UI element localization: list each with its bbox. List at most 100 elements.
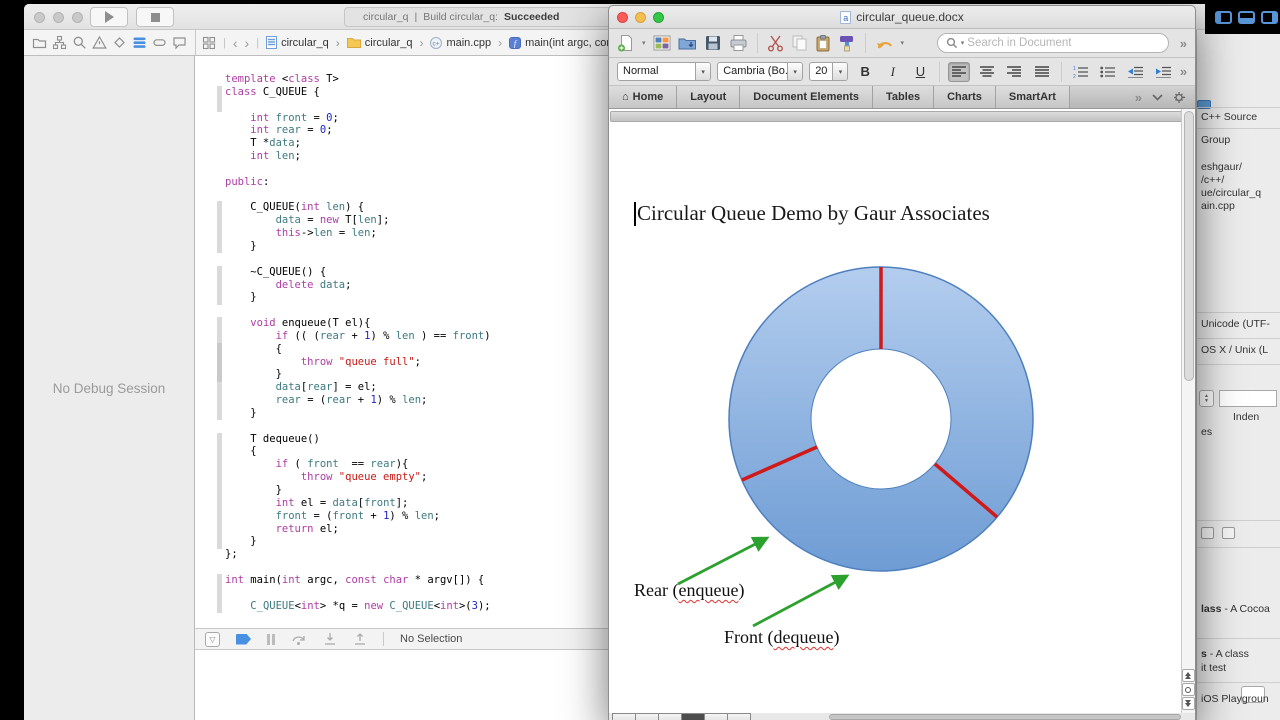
stop-button[interactable]	[136, 7, 174, 27]
tab-tables[interactable]: Tables	[873, 86, 935, 108]
front-label[interactable]: Front (dequeue)	[724, 627, 839, 648]
related-items-icon[interactable]	[202, 36, 216, 50]
indent-width-field[interactable]	[1219, 390, 1277, 407]
underline-button[interactable]: U	[910, 62, 932, 82]
tab-document-elements[interactable]: Document Elements	[740, 86, 874, 108]
font-size-dropdown[interactable]: 20 ▾	[809, 62, 849, 81]
print-icon[interactable]	[729, 34, 748, 52]
tab-smartart[interactable]: SmartArt	[995, 86, 1070, 108]
italic-button[interactable]: I	[882, 62, 904, 82]
toggle-utilities-button[interactable]	[1261, 10, 1278, 24]
library-item[interactable]: iOS Playgroun	[1197, 693, 1269, 705]
increase-indent-button[interactable]	[1152, 62, 1174, 82]
view-button[interactable]	[704, 713, 728, 720]
step-out-icon[interactable]	[353, 632, 367, 646]
toggle-debug-area-button[interactable]	[1238, 10, 1255, 24]
open-icon[interactable]	[678, 34, 697, 52]
ribbon-overflow-chevron[interactable]: »	[1135, 90, 1142, 105]
format-painter-icon[interactable]	[838, 34, 856, 52]
project-navigator-icon[interactable]	[32, 35, 47, 50]
search-input[interactable]	[967, 37, 1160, 49]
select-browse-object-button[interactable]	[1181, 683, 1195, 696]
save-icon[interactable]	[704, 34, 722, 52]
view-button-selected[interactable]	[681, 713, 705, 720]
breadcrumb-function[interactable]: f main(int argc, con	[509, 36, 613, 49]
library-item[interactable]: lass - A Cocoa	[1197, 603, 1280, 615]
document-heading[interactable]: Circular Queue Demo by Gaur Associates	[637, 201, 990, 226]
word-titlebar[interactable]: a circular_queue.docx	[609, 6, 1195, 29]
document-canvas[interactable]: Circular Queue Demo by Gaur Associates R…	[609, 109, 1195, 713]
snippet-library-icon[interactable]	[1222, 527, 1235, 539]
indent-stepper[interactable]: ▲ ▼	[1199, 390, 1214, 407]
breadcrumb-file[interactable]: c+ main.cpp	[430, 36, 491, 49]
file-type-value[interactable]: C++ Source	[1197, 111, 1280, 123]
view-button[interactable]	[658, 713, 682, 720]
align-center-button[interactable]	[976, 62, 998, 82]
style-dropdown[interactable]: Normal ▾	[617, 62, 712, 81]
minimize-button[interactable]	[53, 12, 64, 23]
vertical-scrollbar[interactable]	[1181, 109, 1195, 713]
hide-debug-area-button[interactable]: ▽	[205, 631, 220, 647]
gear-icon[interactable]	[1173, 91, 1187, 104]
view-button[interactable]	[727, 713, 751, 720]
breakpoints-toggle-icon[interactable]	[236, 633, 251, 645]
formatbar-overflow-chevron[interactable]: »	[1180, 64, 1187, 79]
tab-home[interactable]: ⌂ Home	[609, 86, 678, 108]
toggle-navigator-button[interactable]	[1215, 10, 1232, 24]
breadcrumb-project[interactable]: circular_q	[266, 36, 329, 49]
report-navigator-icon[interactable]	[172, 35, 187, 50]
zoom-button[interactable]	[72, 12, 83, 23]
issue-navigator-icon[interactable]	[92, 35, 107, 50]
bold-button[interactable]: B	[854, 62, 876, 82]
toolbar-overflow-chevron[interactable]: »	[1180, 36, 1187, 51]
line-endings-value[interactable]: OS X / Unix (L	[1197, 344, 1280, 356]
breadcrumb-group[interactable]: circular_q	[346, 37, 412, 49]
decrease-indent-button[interactable]	[1125, 62, 1147, 82]
run-button[interactable]	[90, 7, 128, 27]
location-value[interactable]: Group	[1197, 134, 1280, 146]
step-into-icon[interactable]	[323, 632, 337, 646]
new-dropdown-arrow[interactable]: ▾	[642, 39, 646, 47]
search-navigator-icon[interactable]	[72, 35, 87, 50]
align-left-button[interactable]	[948, 61, 970, 82]
copy-icon[interactable]	[791, 34, 808, 52]
test-navigator-icon[interactable]	[112, 35, 127, 50]
new-document-icon[interactable]	[617, 34, 635, 52]
gallery-icon[interactable]	[653, 34, 671, 52]
undo-icon[interactable]	[875, 35, 894, 52]
search-scope-arrow[interactable]: ▾	[961, 39, 965, 47]
cut-icon[interactable]	[767, 34, 784, 52]
undo-dropdown-arrow[interactable]: ▾	[901, 39, 905, 47]
go-forward-button[interactable]: ›	[245, 36, 250, 50]
collapse-ribbon-icon[interactable]	[1152, 93, 1163, 101]
library-item[interactable]: s - A class	[1197, 648, 1280, 660]
symbol-navigator-icon[interactable]	[52, 35, 67, 50]
tab-charts[interactable]: Charts	[934, 86, 996, 108]
search-field[interactable]: ▾	[936, 33, 1169, 53]
bullet-list-button[interactable]	[1097, 62, 1119, 82]
previous-page-button[interactable]	[1181, 669, 1195, 682]
rear-label[interactable]: Rear (enqueue)	[634, 580, 744, 601]
justify-button[interactable]	[1031, 62, 1053, 82]
next-page-button[interactable]	[1181, 697, 1195, 710]
text-encoding-value[interactable]: Unicode (UTF-	[1197, 318, 1280, 330]
align-right-button[interactable]	[1003, 62, 1025, 82]
pause-button[interactable]	[267, 633, 275, 645]
code-editor[interactable]: template <class T> class C_QUEUE { int f…	[225, 73, 491, 612]
step-over-icon[interactable]	[291, 632, 307, 646]
file-template-library-icon[interactable]	[1201, 527, 1214, 539]
vertical-scrollbar-thumb[interactable]	[1183, 111, 1194, 381]
svg-text:1: 1	[1073, 66, 1076, 72]
font-dropdown[interactable]: Cambria (Bo... ▾	[717, 62, 804, 81]
numbered-list-button[interactable]: 12	[1070, 62, 1092, 82]
breakpoint-navigator-icon[interactable]	[152, 35, 167, 50]
xcode-window-controls	[34, 12, 83, 23]
go-back-button[interactable]: ‹	[233, 36, 238, 50]
horizontal-scrollbar[interactable]	[829, 714, 1181, 720]
close-button[interactable]	[34, 12, 45, 23]
paste-icon[interactable]	[815, 34, 831, 52]
view-button[interactable]	[635, 713, 659, 720]
debug-navigator-icon[interactable]	[132, 35, 147, 50]
view-button[interactable]	[612, 713, 636, 720]
tab-layout[interactable]: Layout	[677, 86, 741, 108]
